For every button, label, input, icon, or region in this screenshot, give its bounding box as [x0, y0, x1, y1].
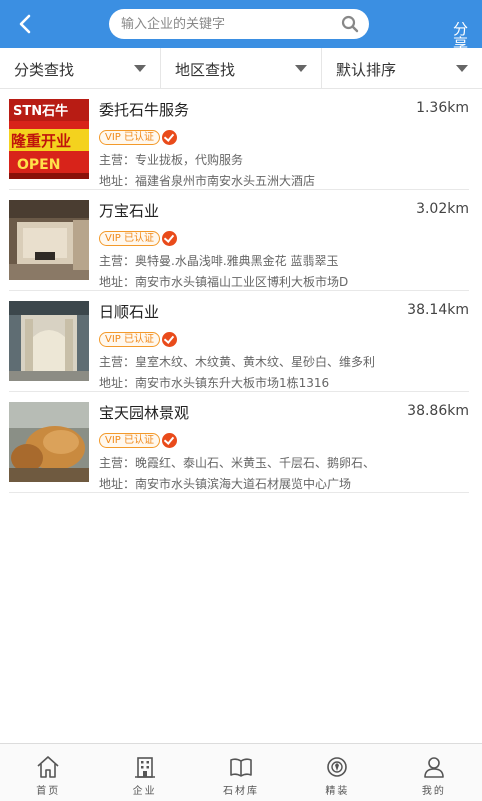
- distance: 38.86km: [407, 403, 469, 419]
- dropdown-arrow-icon: [456, 65, 468, 72]
- list-item[interactable]: 宝天园林景观 38.86km VIP 已认证 主营：晚霞红、泰山石、米黄玉、千层…: [9, 392, 469, 493]
- address: 地址：福建省泉州市南安水头五洲大酒店: [99, 174, 316, 188]
- vip-badge: VIP 已认证: [99, 230, 177, 247]
- vip-badge: VIP 已认证: [99, 129, 177, 146]
- home-icon: [37, 756, 59, 778]
- verified-check-icon: [162, 231, 177, 246]
- nav-mine[interactable]: 我的: [386, 744, 482, 801]
- distance: 3.02km: [416, 201, 469, 217]
- distance: 38.14km: [407, 302, 469, 318]
- nav-label: 石材库: [223, 786, 260, 797]
- address: 地址：南安市水头镇东升大板市场1栋1316: [99, 376, 330, 390]
- filter-label: 地区查找: [175, 61, 236, 79]
- nav-label: 首页: [36, 786, 61, 797]
- thumb-opening-text: 隆重开业: [11, 132, 71, 150]
- top-bar: 分享: [0, 0, 482, 52]
- vip-badge: VIP 已认证: [99, 331, 177, 348]
- list-item[interactable]: 日顺石业 38.14km VIP 已认证 主营：皇室木纹、木纹黄、黄木纹、星砂白…: [9, 291, 469, 392]
- filter-region[interactable]: 地区查找: [161, 48, 322, 88]
- verified-check-icon: [162, 130, 177, 145]
- company-name: 万宝石业: [99, 202, 160, 220]
- company-thumbnail: STN石牛 隆重开业 OPEN: [9, 99, 89, 179]
- list-item[interactable]: 万宝石业 3.02km VIP 已认证 主营：奥特曼.水晶浅啡.雅典黑金花 蓝翡…: [9, 190, 469, 291]
- nav-label: 精装: [325, 786, 350, 797]
- nav-stone-library[interactable]: 石材库: [193, 744, 289, 801]
- main-business: 主营：晚霞红、泰山石、米黄玉、千层石、鹅卵石、: [99, 456, 376, 470]
- nav-home[interactable]: 首页: [0, 744, 96, 801]
- nav-company[interactable]: 企业: [96, 744, 192, 801]
- thumb-brand-text: STN石牛: [13, 103, 68, 119]
- bottom-nav: 首页 企业 石材库 精装 我的: [0, 743, 482, 801]
- thumb-open-text: OPEN: [17, 157, 60, 173]
- company-name: 委托石牛服务: [99, 101, 190, 119]
- building-icon: [134, 757, 155, 778]
- company-list: STN石牛 隆重开业 OPEN 委托石牛服务 1.36km VIP 已认证 主营…: [0, 89, 482, 493]
- verified-check-icon: [162, 332, 177, 347]
- company-thumbnail: [9, 402, 89, 482]
- book-icon: [230, 758, 252, 777]
- filter-bar: 分类查找 地区查找 默认排序: [0, 48, 482, 89]
- back-arrow-icon[interactable]: [14, 12, 38, 36]
- verified-check-icon: [162, 433, 177, 448]
- address: 地址：南安市水头镇滨海大道石材展览中心广场: [99, 477, 352, 491]
- vip-label: VIP 已认证: [99, 231, 160, 246]
- vip-badge: VIP 已认证: [99, 432, 177, 449]
- refine-icon: [327, 757, 348, 777]
- main-business: 主营：专业拢板，代购服务: [99, 153, 244, 167]
- filter-category[interactable]: 分类查找: [0, 48, 161, 88]
- filter-label: 默认排序: [336, 61, 397, 79]
- nav-label: 企业: [132, 786, 157, 797]
- address: 地址：南安市水头镇福山工业区博利大板市场D: [99, 275, 349, 289]
- company-name: 宝天园林景观: [99, 404, 190, 422]
- dropdown-arrow-icon: [295, 65, 307, 72]
- vip-label: VIP 已认证: [99, 433, 160, 448]
- company-thumbnail: [9, 200, 89, 280]
- main-business: 主营：奥特曼.水晶浅啡.雅典黑金花 蓝翡翠玉: [99, 254, 339, 268]
- nav-refined[interactable]: 精装: [289, 744, 385, 801]
- nav-label: 我的: [421, 786, 446, 797]
- filter-sort[interactable]: 默认排序: [322, 48, 482, 88]
- vip-label: VIP 已认证: [99, 130, 160, 145]
- main-business: 主营：皇室木纹、木纹黄、黄木纹、星砂白、维多利: [99, 355, 376, 369]
- company-thumbnail: [9, 301, 89, 381]
- filter-label: 分类查找: [14, 61, 75, 79]
- company-name: 日顺石业: [99, 303, 160, 321]
- vip-label: VIP 已认证: [99, 332, 160, 347]
- user-icon: [424, 757, 444, 778]
- search-icon[interactable]: [341, 15, 359, 33]
- search-input[interactable]: [121, 9, 331, 39]
- search-box[interactable]: [109, 9, 369, 39]
- dropdown-arrow-icon: [134, 65, 146, 72]
- distance: 1.36km: [416, 100, 469, 116]
- list-item[interactable]: STN石牛 隆重开业 OPEN 委托石牛服务 1.36km VIP 已认证 主营…: [9, 89, 469, 190]
